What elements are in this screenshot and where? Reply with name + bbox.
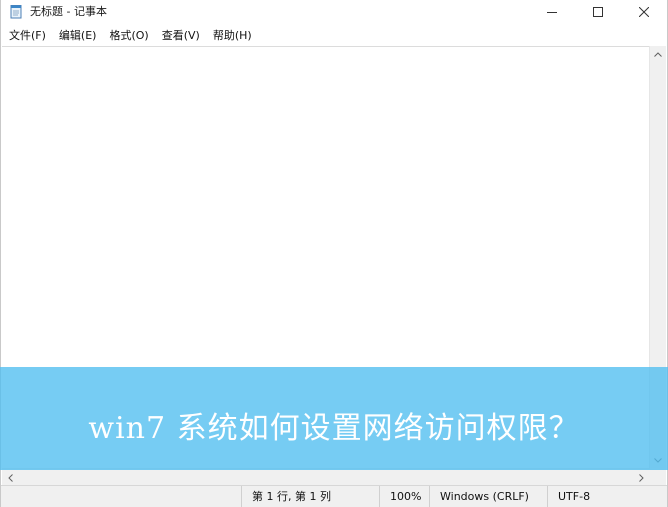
status-cursor-position: 第 1 行, 第 1 列 bbox=[241, 486, 380, 507]
menu-bar: 文件(F) 编辑(E) 格式(O) 查看(V) 帮助(H) bbox=[1, 26, 667, 46]
chevron-left-icon bbox=[8, 473, 13, 482]
caption-text: win7 系统如何设置网络访问权限？ bbox=[88, 411, 580, 446]
window-title: 无标题 - 记事本 bbox=[30, 5, 107, 18]
chevron-right-icon bbox=[639, 473, 644, 482]
menu-format[interactable]: 格式(O) bbox=[103, 27, 154, 45]
title-bar[interactable]: 无标题 - 记事本 bbox=[1, 0, 667, 24]
window-controls bbox=[529, 0, 667, 24]
maximize-icon bbox=[593, 7, 603, 17]
minimize-icon bbox=[547, 12, 557, 13]
menu-file[interactable]: 文件(F) bbox=[3, 27, 52, 45]
caption-banner: win7 系统如何设置网络访问权限？ bbox=[0, 367, 668, 470]
minimize-button[interactable] bbox=[529, 0, 575, 24]
chevron-up-icon bbox=[654, 52, 662, 57]
menu-view[interactable]: 查看(V) bbox=[156, 27, 206, 45]
status-encoding: UTF-8 bbox=[547, 486, 658, 507]
close-icon bbox=[639, 7, 649, 17]
status-bar: 第 1 行, 第 1 列 100% Windows (CRLF) UTF-8 bbox=[1, 485, 667, 507]
menu-help[interactable]: 帮助(H) bbox=[207, 27, 258, 45]
scrollbar-corner bbox=[650, 469, 666, 486]
scroll-left-button[interactable] bbox=[2, 469, 19, 486]
scroll-right-button[interactable] bbox=[633, 469, 650, 486]
scroll-up-button[interactable] bbox=[650, 46, 666, 63]
status-line-ending: Windows (CRLF) bbox=[429, 486, 548, 507]
maximize-button[interactable] bbox=[575, 0, 621, 24]
menu-edit[interactable]: 编辑(E) bbox=[53, 27, 103, 45]
status-zoom: 100% bbox=[379, 486, 430, 507]
close-button[interactable] bbox=[621, 0, 667, 24]
notepad-icon bbox=[10, 4, 23, 19]
horizontal-scrollbar[interactable] bbox=[2, 468, 650, 486]
